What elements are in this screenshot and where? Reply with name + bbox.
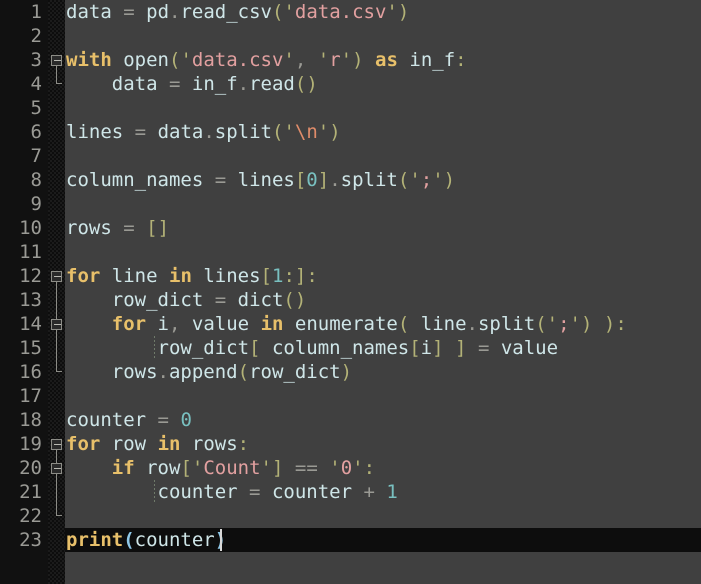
line-number: 7 <box>30 145 42 167</box>
code-line-current[interactable]: print(counter) <box>65 528 701 552</box>
line-number: 18 <box>19 409 42 431</box>
code-line[interactable] <box>65 240 701 264</box>
line-number: 12 <box>19 265 42 287</box>
fold-collapse-icon[interactable] <box>51 271 62 282</box>
fold-toggle-line-3[interactable] <box>48 48 65 72</box>
code-line[interactable] <box>65 24 701 48</box>
text-cursor <box>220 529 222 551</box>
fold-toggle-line-20[interactable] <box>48 456 65 480</box>
code-line[interactable] <box>65 384 701 408</box>
fold-toggle-line-12[interactable] <box>48 264 65 288</box>
line-number: 10 <box>19 217 42 239</box>
line-number: 14 <box>19 313 42 335</box>
fold-range-end <box>56 83 62 84</box>
line-number: 9 <box>30 193 42 215</box>
code-line[interactable]: for line in lines[1:]: <box>65 264 701 288</box>
code-line[interactable]: with open('data.csv', 'r') as in_f: <box>65 48 701 72</box>
code-line[interactable]: for row in rows: <box>65 432 701 456</box>
code-editor[interactable]: 1 2 3 4 5 6 7 8 9 10 11 12 13 14 15 16 1… <box>0 0 701 584</box>
code-line[interactable]: counter = 0 <box>65 408 701 432</box>
line-number: 17 <box>19 385 42 407</box>
line-number: 23 <box>19 529 42 551</box>
line-number: 8 <box>30 169 42 191</box>
fold-range-end <box>56 515 62 516</box>
line-number: 11 <box>19 241 42 263</box>
line-number: 6 <box>30 121 42 143</box>
line-number: 15 <box>19 337 42 359</box>
code-line[interactable] <box>65 192 701 216</box>
line-number: 13 <box>19 289 42 311</box>
code-line[interactable]: row_dict[ column_names[i] ] = value <box>65 336 701 360</box>
fold-collapse-icon[interactable] <box>51 55 62 66</box>
code-line[interactable] <box>65 144 701 168</box>
code-line[interactable] <box>65 504 701 528</box>
line-number-gutter: 1 2 3 4 5 6 7 8 9 10 11 12 13 14 15 16 1… <box>0 0 48 584</box>
code-folding-gutter[interactable] <box>48 0 65 584</box>
fold-collapse-icon[interactable] <box>51 463 62 474</box>
fold-toggle-line-14[interactable] <box>48 312 65 336</box>
code-text-area[interactable]: data = pd.read_csv('data.csv') with open… <box>65 0 701 584</box>
code-line[interactable]: column_names = lines[0].split(';') <box>65 168 701 192</box>
code-line[interactable]: if row['Count'] == '0': <box>65 456 701 480</box>
line-number: 21 <box>19 481 42 503</box>
fold-collapse-icon[interactable] <box>51 439 62 450</box>
line-number: 1 <box>30 1 42 23</box>
line-number: 4 <box>30 73 42 95</box>
line-number: 2 <box>30 25 42 47</box>
code-line[interactable]: rows = [] <box>65 216 701 240</box>
line-number: 5 <box>30 97 42 119</box>
indent-guide <box>154 336 155 360</box>
code-line[interactable]: for i, value in enumerate( line.split(';… <box>65 312 701 336</box>
line-number: 16 <box>19 361 42 383</box>
line-number: 22 <box>19 505 42 527</box>
code-line[interactable]: counter = counter + 1 <box>65 480 701 504</box>
fold-collapse-icon[interactable] <box>51 319 62 330</box>
line-number: 3 <box>30 49 42 71</box>
code-line[interactable]: data = in_f.read() <box>65 72 701 96</box>
fold-toggle-line-19[interactable] <box>48 432 65 456</box>
line-number: 20 <box>19 457 42 479</box>
code-line[interactable]: lines = data.split('\n') <box>65 120 701 144</box>
code-line[interactable] <box>65 96 701 120</box>
indent-guide <box>154 480 155 504</box>
fold-range-end <box>56 371 62 372</box>
code-line[interactable]: row_dict = dict() <box>65 288 701 312</box>
line-number: 19 <box>19 433 42 455</box>
code-line[interactable]: rows.append(row_dict) <box>65 360 701 384</box>
code-line[interactable]: data = pd.read_csv('data.csv') <box>65 0 701 24</box>
